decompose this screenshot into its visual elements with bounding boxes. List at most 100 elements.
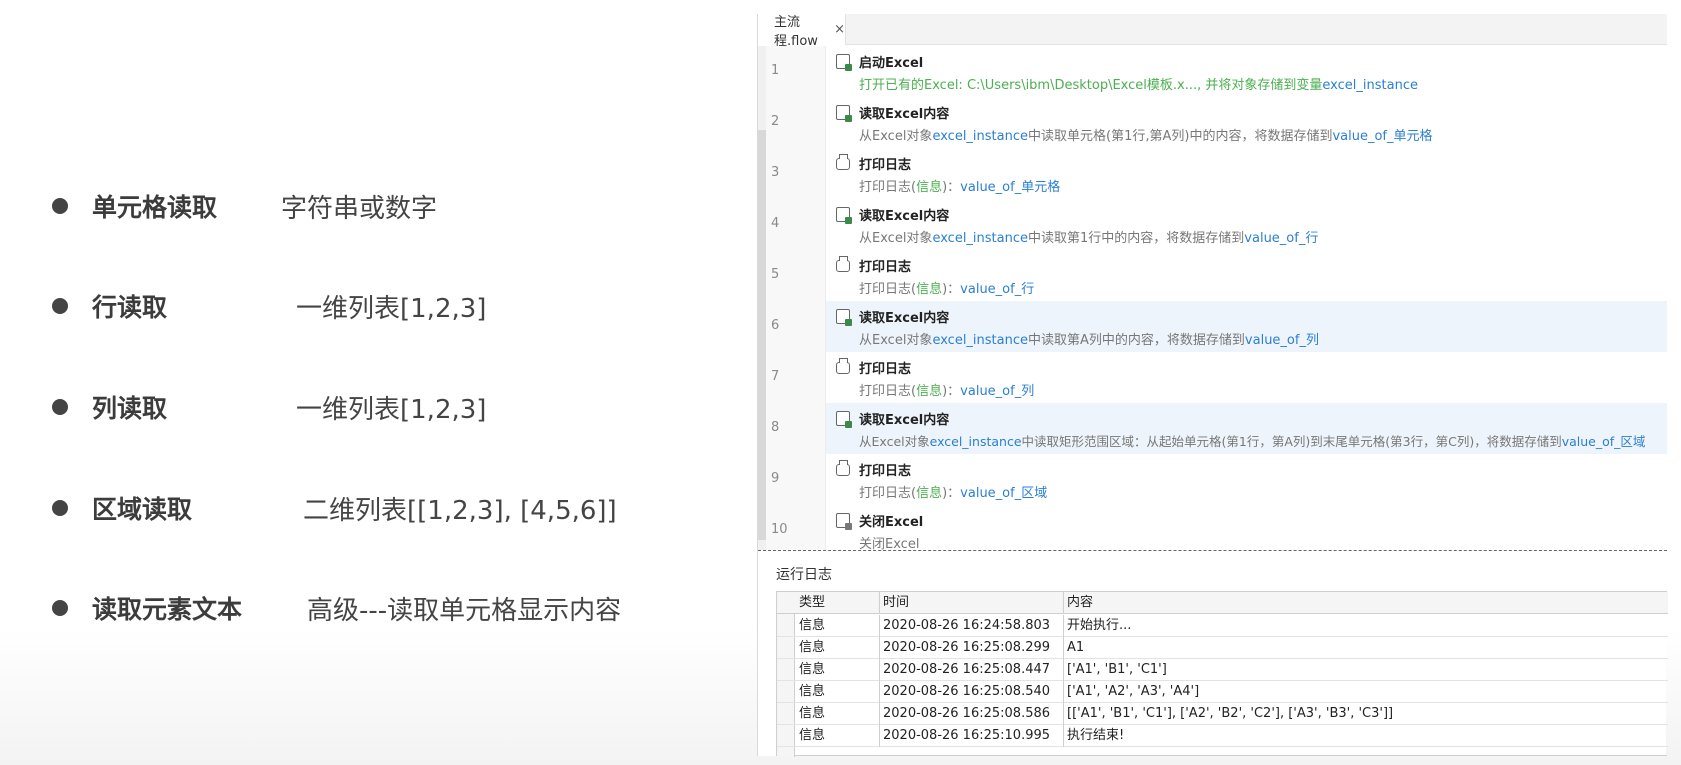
cell-time: 2020-08-26 16:25:08.586 [883, 706, 1051, 721]
cell-content: ['A1', 'B1', 'C1'] [1067, 662, 1167, 677]
bullet-dot-icon [52, 600, 68, 616]
table-row[interactable]: 信息 2020-08-26 16:24:58.803 开始执行... [777, 615, 1668, 637]
step-desc: 从Excel对象excel_instance中读取矩形范围区域：从起始单元格(第… [859, 434, 1646, 449]
bullet-title: 列读取 [92, 394, 168, 423]
step-title: 关闭Excel [859, 515, 924, 530]
step-body[interactable]: 打印日志 打印日志(信息)：value_of_单元格 [826, 148, 1667, 199]
line-number: 10 [771, 522, 788, 537]
line-number: 6 [771, 318, 780, 333]
step-desc: 关闭Excel [859, 537, 920, 550]
close-icon[interactable]: × [834, 22, 845, 37]
line-number: 4 [771, 216, 780, 231]
flow-step[interactable]: 3 打印日志 打印日志(信息)：value_of_单元格 [758, 148, 1667, 199]
line-number: 2 [771, 114, 780, 129]
cell-time: 2020-08-26 16:25:08.540 [883, 684, 1051, 699]
flow-step[interactable]: 4 读取Excel内容 从Excel对象excel_instance中读取第1行… [758, 199, 1667, 250]
print-icon [836, 460, 850, 476]
cell-type: 信息 [799, 684, 826, 699]
tab-main-flow[interactable]: 主流程.flow × [758, 14, 846, 49]
step-title: 读取Excel内容 [859, 311, 950, 326]
table-row[interactable]: 信息 2020-08-26 16:25:08.540 ['A1', 'A2', … [777, 681, 1668, 703]
flow-step[interactable]: 8 读取Excel内容 从Excel对象excel_instance中读取矩形范… [758, 403, 1667, 454]
bullet-desc: 一维列表[1,2,3] [296, 294, 487, 324]
bullet-dot-icon [52, 399, 68, 415]
print-icon [836, 154, 850, 170]
bullet-title: 区域读取 [92, 495, 193, 524]
step-body[interactable]: 启动Excel 打开已有的Excel: C:\Users\ibm\Desktop… [826, 46, 1667, 97]
cell-time: 2020-08-26 16:25:10.995 [883, 728, 1051, 743]
bullet-item: 区域读取 [52, 488, 192, 528]
column-header-content[interactable]: 内容 [1067, 592, 1667, 614]
table-row[interactable]: 信息 2020-08-26 16:25:08.447 ['A1', 'B1', … [777, 659, 1668, 681]
cell-content: 执行结束! [1067, 728, 1125, 743]
cell-content: ['A1', 'A2', 'A3', 'A4'] [1067, 684, 1200, 699]
step-desc: 打印日志(信息)：value_of_单元格 [859, 180, 1061, 195]
step-body[interactable]: 读取Excel内容 从Excel对象excel_instance中读取矩形范围区… [826, 403, 1667, 454]
print-icon [836, 358, 850, 374]
flow-step[interactable]: 2 读取Excel内容 从Excel对象excel_instance中读取单元格… [758, 97, 1667, 148]
cell-content: A1 [1067, 640, 1085, 655]
step-desc: 打印日志(信息)：value_of_行 [859, 282, 1035, 297]
step-body[interactable]: 关闭Excel 关闭Excel [826, 505, 1667, 550]
step-body[interactable]: 打印日志 打印日志(信息)：value_of_列 [826, 352, 1667, 403]
print-icon [836, 256, 850, 272]
panel-splitter[interactable] [758, 550, 1667, 551]
step-desc: 从Excel对象excel_instance中读取第A列中的内容，将数据存储到v… [859, 333, 1319, 348]
step-body[interactable]: 读取Excel内容 从Excel对象excel_instance中读取第A列中的… [826, 301, 1667, 352]
bullet-item: 列读取 [52, 387, 167, 427]
bullet-desc: 二维列表[[1,2,3], [4,5,6]] [303, 496, 617, 526]
flow-step[interactable]: 5 打印日志 打印日志(信息)：value_of_行 [758, 250, 1667, 301]
flow-step[interactable]: 1 启动Excel 打开已有的Excel: C:\Users\ibm\Deskt… [758, 46, 1667, 97]
step-title: 打印日志 [859, 158, 912, 173]
flow-step[interactable]: 9 打印日志 打印日志(信息)：value_of_区域 [758, 454, 1667, 505]
excel-launch-icon [836, 54, 852, 71]
step-title: 打印日志 [859, 464, 912, 479]
table-header-row: 类型 时间 内容 [777, 592, 1668, 614]
flow-step[interactable]: 6 读取Excel内容 从Excel对象excel_instance中读取第A列… [758, 301, 1667, 352]
step-body[interactable]: 读取Excel内容 从Excel对象excel_instance中读取第1行中的… [826, 199, 1667, 250]
line-number: 5 [771, 267, 780, 282]
bullet-title: 读取元素文本 [92, 595, 243, 624]
bullet-dot-icon [52, 500, 68, 516]
line-number: 9 [771, 471, 780, 486]
column-header-time[interactable]: 时间 [883, 592, 1063, 614]
step-desc: 打开已有的Excel: C:\Users\ibm\Desktop\Excel模板… [859, 78, 1418, 93]
table-row[interactable]: 信息 2020-08-26 16:25:08.299 A1 [777, 637, 1668, 659]
column-header-type[interactable]: 类型 [799, 592, 879, 614]
flow-editor-window: 主流程.flow × 1 启动Excel 打开已有的Excel: C:\User… [757, 14, 1668, 757]
cell-time: 2020-08-26 16:25:08.299 [883, 640, 1051, 655]
bullet-dot-icon [52, 198, 68, 214]
bullet-desc: 高级---读取单元格显示内容 [307, 596, 622, 626]
table-row[interactable]: 信息 2020-08-26 16:25:10.995 执行结束! [777, 725, 1668, 747]
step-body[interactable]: 打印日志 打印日志(信息)：value_of_区域 [826, 454, 1667, 505]
step-desc: 从Excel对象excel_instance中读取单元格(第1行,第A列)中的内… [859, 129, 1433, 144]
step-desc: 打印日志(信息)：value_of_列 [859, 384, 1035, 399]
line-number: 8 [771, 420, 780, 435]
step-body[interactable]: 读取Excel内容 从Excel对象excel_instance中读取单元格(第… [826, 97, 1667, 148]
excel-read-icon [836, 411, 852, 428]
cell-type: 信息 [799, 618, 826, 633]
line-number: 3 [771, 165, 780, 180]
step-desc: 打印日志(信息)：value_of_区域 [859, 486, 1048, 501]
log-table: 类型 时间 内容 信息 2020-08-26 16:24:58.803 开始执行… [776, 591, 1668, 757]
tab-label: 主流程.flow [774, 14, 818, 49]
cell-type: 信息 [799, 640, 826, 655]
cell-time: 2020-08-26 16:24:58.803 [883, 618, 1051, 633]
step-title: 打印日志 [859, 362, 912, 377]
table-row[interactable]: 信息 2020-08-26 16:25:08.586 [['A1', 'B1',… [777, 703, 1668, 725]
bullet-item: 行读取 [52, 286, 167, 326]
bullet-dot-icon [52, 298, 68, 314]
flow-step[interactable]: 10 关闭Excel 关闭Excel [758, 505, 1667, 550]
excel-read-icon [836, 105, 852, 122]
step-body[interactable]: 打印日志 打印日志(信息)：value_of_行 [826, 250, 1667, 301]
cell-time: 2020-08-26 16:25:08.447 [883, 662, 1051, 677]
cell-content: [['A1', 'B1', 'C1'], ['A2', 'B2', 'C2'],… [1067, 706, 1394, 721]
flow-step[interactable]: 7 打印日志 打印日志(信息)：value_of_列 [758, 352, 1667, 403]
tab-bar: 主流程.flow × [758, 14, 1667, 49]
step-title: 读取Excel内容 [859, 413, 950, 428]
line-number: 1 [771, 63, 780, 78]
cell-type: 信息 [799, 706, 826, 721]
excel-close-icon [836, 513, 852, 530]
step-title: 打印日志 [859, 260, 912, 275]
bullet-item: 读取元素文本 [52, 588, 242, 628]
